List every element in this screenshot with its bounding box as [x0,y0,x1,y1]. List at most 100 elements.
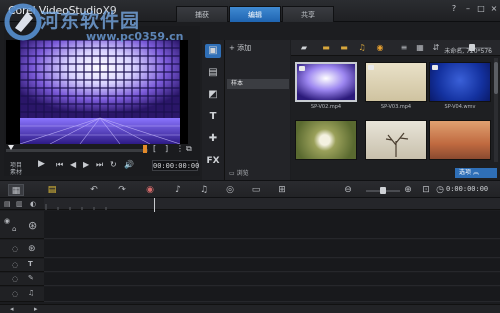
track-toggle-icon[interactable]: ◌ [12,290,18,298]
mark-out-handle[interactable] [143,145,147,153]
video-type-icon [299,66,305,71]
track-visibility-icon[interactable]: ◉ [4,217,10,225]
show-videos-icon[interactable]: ▬ [321,43,331,52]
multi-camera-icon[interactable]: ⊞ [274,184,290,196]
music-track-icon: ♫ [28,289,35,297]
thumbnail-6[interactable] [429,120,491,160]
ripple-icon[interactable]: ◐ [30,200,36,208]
library-toolbar: ▣ ▤ ◩ T ✚ FX [202,40,224,180]
voice-track[interactable] [44,273,500,286]
help-button[interactable]: ? [448,4,460,14]
timeline-scrollbar[interactable]: ◂ ▸ [0,304,500,313]
thumbnail-4[interactable] [295,120,357,160]
track-toggle-icon[interactable]: ◌ [12,261,18,269]
player-timecode[interactable]: 00:00:00:00 [152,160,199,171]
app-name: Corel VideoStudio [8,4,103,17]
timeline-timecode: 0:00:00:00 [446,185,489,193]
subtitle-editor-icon[interactable]: ▭ [248,184,264,196]
sort-icon[interactable]: ⇵ [431,43,441,52]
copy-icon[interactable]: ⧉ [186,144,192,154]
library-scrollbar[interactable] [494,58,498,162]
volume-icon[interactable]: 🔊 [124,160,134,169]
play-mode-labels: 项目 素材 [10,162,22,176]
thumbnail-2[interactable] [365,62,427,102]
import-folder-icon[interactable]: ▰ [299,43,309,52]
scroll-right-icon[interactable]: ▸ [34,305,38,313]
app-title: Corel VideoStudioX9 [8,4,117,17]
thumbnail-2-caption: SP-V03.mp4 [380,104,412,110]
zoom-out-icon[interactable]: ⊖ [340,184,356,196]
title-track-icon: T [28,260,33,268]
top-area: [ ] ⋮ ⧉ 项目 素材 ▶ ⏮ ◀ ▶ ⏭ ↻ 🔊 00:00:00:00 … [0,22,500,180]
track-toggle-icon[interactable]: ◌ [12,245,18,253]
timeline-ruler[interactable] [44,198,500,210]
track-toggle-icon[interactable]: ◌ [12,275,18,283]
music-track[interactable] [44,287,500,302]
mark-in-button[interactable]: [ [153,144,156,153]
tab-share[interactable]: 共享 [282,6,334,22]
clip-label[interactable]: 素材 [10,169,22,176]
options-label: 选项 [459,169,472,176]
list-view-icon[interactable]: ≡ [399,43,409,52]
mark-in-handle[interactable] [8,145,14,150]
timeline-toolbar: ▦ ▤ ↶ ↷ ◉ ♪ ♫ ◎ ▭ ⊞ ⊖ ⊕ ⊡ ◷ 0:00:00:00 [0,180,500,198]
timeline-zoom-slider[interactable] [366,187,400,194]
undo-icon[interactable]: ↶ [86,184,102,196]
record-capture-icon[interactable]: ◉ [142,184,158,196]
previous-frame-icon[interactable]: ◀ [70,160,76,169]
timeline-playhead[interactable] [154,198,155,212]
maximize-button[interactable]: □ [475,4,487,14]
browse-button[interactable]: ▭ 浏览 [229,168,249,177]
play-icon[interactable]: ▶ [38,159,45,169]
graphic-icon[interactable]: ✚ [205,132,221,146]
project-label[interactable]: 项目 [10,162,22,169]
filter-icon[interactable]: FX [205,154,221,168]
scroll-left-icon[interactable]: ◂ [10,305,14,313]
zoom-in-icon[interactable]: ⊕ [400,184,416,196]
storyboard-view-icon[interactable]: ▦ [8,184,24,196]
track-manager-icon[interactable]: ▤ [4,200,11,208]
title-track-header: ◌ T [0,259,44,272]
instant-project-icon[interactable]: ▤ [205,66,221,80]
next-frame-icon[interactable]: ▶ [83,160,89,169]
mark-out-button[interactable]: ] [165,144,168,153]
auto-music-icon[interactable]: ♫ [196,184,212,196]
close-button[interactable]: × [488,4,500,14]
title-track[interactable] [44,259,500,272]
redo-icon[interactable]: ↷ [114,184,130,196]
chapter-icon[interactable]: ▥ [16,200,23,208]
title-icon[interactable]: T [205,110,221,124]
folder-item-sample[interactable]: 样本 [227,79,289,89]
end-icon[interactable]: ⏭ [96,160,103,170]
timeline-view-icon[interactable]: ▤ [44,184,60,196]
show-photos-icon[interactable]: ▬ [339,43,349,52]
overlay-track[interactable] [44,240,500,258]
add-folder-button[interactable]: + 添加 [229,43,251,53]
settings-icon[interactable]: ◉ [375,43,385,52]
options-button[interactable]: 选项 ︽ [455,168,497,178]
scrub-bar[interactable] [6,149,148,152]
tab-capture[interactable]: 捕获 [176,6,228,22]
video-track-icon: ⊛ [28,219,38,232]
transition-icon[interactable]: ◩ [205,88,221,102]
scrollbar-thumb[interactable] [494,62,498,94]
repeat-icon[interactable]: ↻ [110,160,117,169]
music-track-header: ◌ ♫ [0,287,44,302]
home-icon[interactable]: ⏮ [56,160,63,170]
thumbnail-1-image [297,64,355,100]
video-track[interactable] [44,211,500,239]
show-audio-icon[interactable]: ♫ [357,43,367,52]
track-lock-icon[interactable]: ⌂ [12,225,16,233]
split-icon[interactable]: ⋮ [176,144,184,153]
sound-mixer-icon[interactable]: ♪ [170,184,186,196]
tab-edit[interactable]: 编辑 [229,6,281,22]
thumbnail-3-caption: SP-V04.wmv [444,104,476,110]
motion-tracking-icon[interactable]: ◎ [222,184,238,196]
media-icon[interactable]: ▣ [205,44,221,58]
thumbnail-1[interactable] [295,62,357,102]
thumbnail-3[interactable] [429,62,491,102]
thumbnail-5[interactable] [365,120,427,160]
zoom-knob[interactable] [380,187,386,194]
thumbnail-view-icon[interactable]: ▦ [415,43,425,52]
minimize-button[interactable]: – [462,4,474,14]
